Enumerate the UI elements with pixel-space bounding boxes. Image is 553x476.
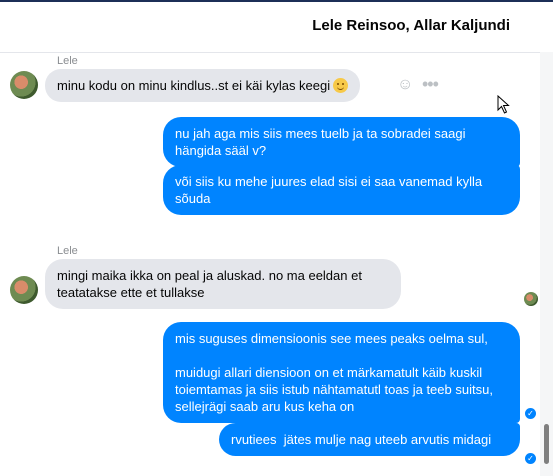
message-text: minu kodu on minu kindlus..st ei käi kyl… bbox=[57, 78, 331, 93]
message-bubble-outgoing[interactable]: nu jah aga mis siis mees tuelb ja ta sob… bbox=[163, 117, 520, 167]
more-icon[interactable]: ••• bbox=[422, 75, 439, 93]
avatar[interactable] bbox=[10, 276, 38, 304]
seen-check-icon: ✓ bbox=[525, 453, 536, 464]
conversation-header: Lele Reinsoo, Allar Kaljundi bbox=[0, 2, 540, 53]
conversation-title[interactable]: Lele Reinsoo, Allar Kaljundi bbox=[312, 17, 510, 34]
message-text: nu jah aga mis siis mees tuelb ja ta sob… bbox=[175, 126, 470, 158]
sender-name: Lele bbox=[57, 55, 78, 67]
message-bubble-outgoing[interactable]: rvutiees jätes mulje nag uteeb arvutis m… bbox=[219, 423, 520, 456]
scrollbar-thumb[interactable] bbox=[544, 424, 549, 464]
message-bubble-outgoing[interactable]: mis suguses dimensioonis see mees peaks … bbox=[163, 322, 520, 423]
message-text: mis suguses dimensioonis see mees peaks … bbox=[175, 331, 493, 414]
message-text: või siis ku mehe juures elad sisi ei saa… bbox=[175, 174, 486, 206]
message-text: mingi maika ikka on peal ja aluskad. no … bbox=[57, 268, 366, 300]
seen-check-icon: ✓ bbox=[525, 408, 536, 419]
read-receipt-avatar bbox=[524, 292, 538, 306]
smiley-emoji-icon bbox=[333, 78, 349, 93]
message-bubble-incoming[interactable]: minu kodu on minu kindlus..st ei käi kyl… bbox=[45, 69, 361, 102]
message-text: rvutiees jätes mulje nag uteeb arvutis m… bbox=[231, 432, 492, 447]
smiley-icon[interactable]: ☺ bbox=[397, 77, 413, 93]
avatar[interactable] bbox=[10, 71, 38, 99]
message-bubble-incoming[interactable]: mingi maika ikka on peal ja aluskad. no … bbox=[45, 259, 401, 309]
mouse-cursor-icon bbox=[497, 95, 510, 114]
sender-name: Lele bbox=[57, 245, 78, 257]
message-bubble-outgoing[interactable]: või siis ku mehe juures elad sisi ei saa… bbox=[163, 165, 520, 215]
scrollbar[interactable] bbox=[540, 52, 553, 476]
